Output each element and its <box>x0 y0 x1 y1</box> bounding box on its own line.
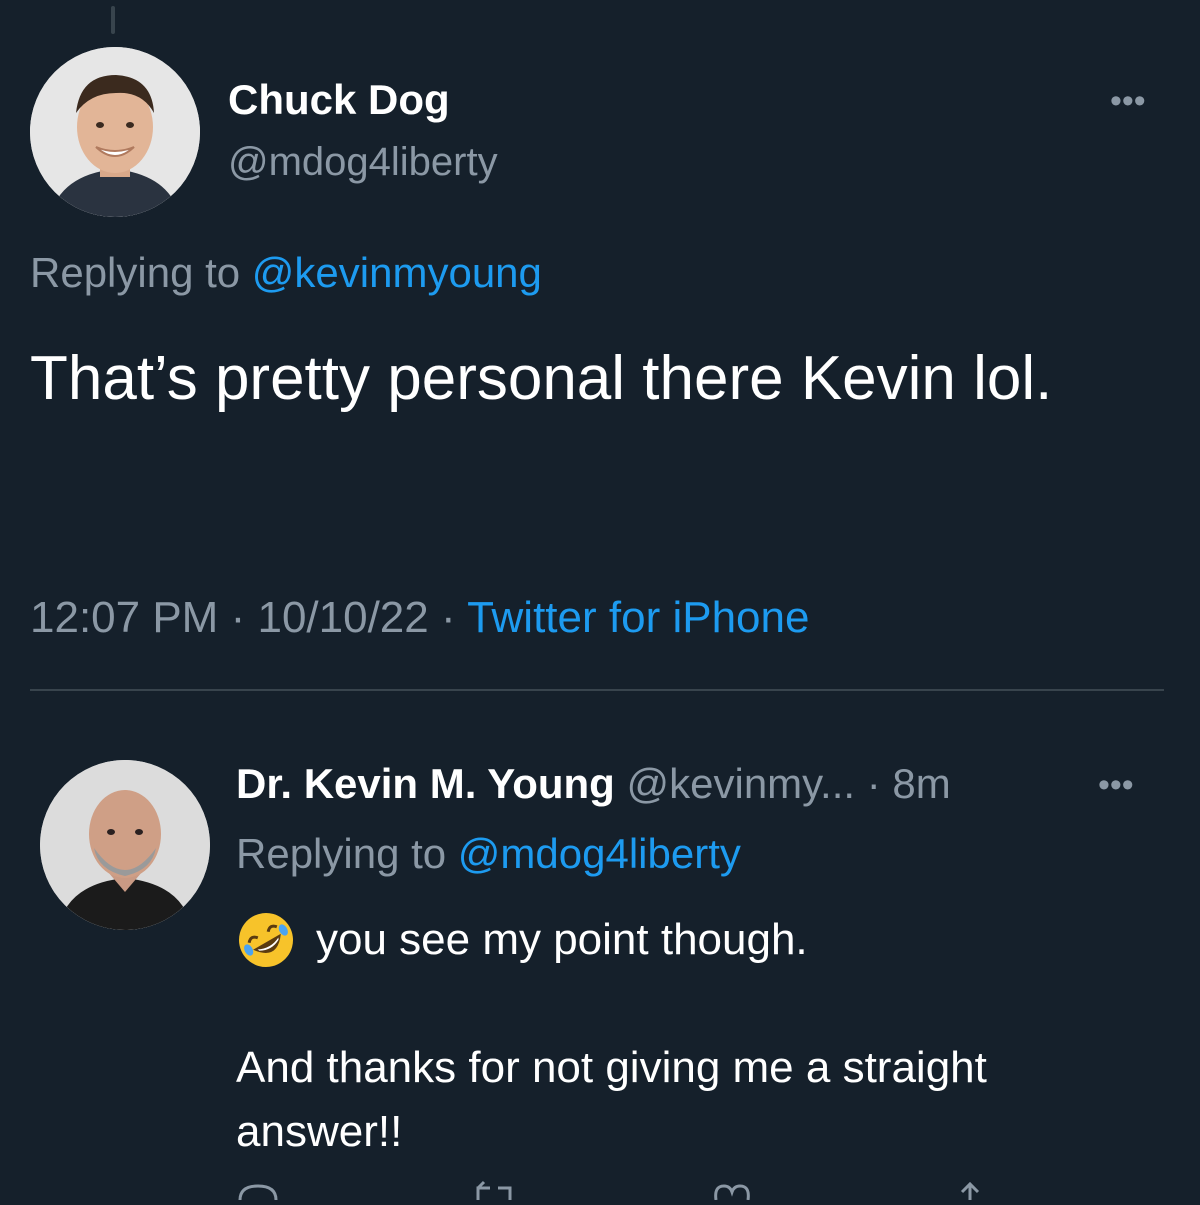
reply-handle[interactable]: @kevinmy... <box>627 760 856 807</box>
chuck-dog-avatar[interactable] <box>30 47 200 217</box>
like-icon[interactable] <box>710 1180 754 1205</box>
reply-icon[interactable] <box>236 1180 280 1205</box>
reply-header: Dr. Kevin M. Young @kevinmy... · 8m <box>236 760 951 808</box>
tweet-source-link[interactable]: Twitter for iPhone <box>467 593 809 642</box>
main-tweet-text: That’s pretty personal there Kevin lol. <box>30 344 1053 413</box>
reply-display-name[interactable]: Dr. Kevin M. Young <box>236 760 615 807</box>
reply-replying-to: Replying to @mdog4liberty <box>236 830 741 878</box>
more-icon[interactable]: ••• <box>1110 82 1146 121</box>
divider <box>30 689 1164 691</box>
replying-handle-link[interactable]: @kevinmyoung <box>252 249 542 296</box>
reply-age[interactable]: 8m <box>892 760 950 807</box>
tweet-time[interactable]: 12:07 PM <box>30 593 218 642</box>
retweet-icon[interactable] <box>472 1180 516 1205</box>
share-icon[interactable] <box>948 1180 992 1205</box>
reply-text-line1: you see my point though. <box>236 910 808 970</box>
meta-separator: · <box>440 593 456 642</box>
rolling-on-floor-laughing-emoji <box>236 910 296 970</box>
main-display-name[interactable]: Chuck Dog <box>228 76 450 124</box>
tweet-date[interactable]: 10/10/22 <box>257 593 428 642</box>
main-tweet-meta: 12:07 PM · 10/10/22 · Twitter for iPhone <box>30 593 809 643</box>
main-handle[interactable]: @mdog4liberty <box>228 140 498 185</box>
main-replying-to: Replying to @kevinmyoung <box>30 249 542 297</box>
meta-separator: · <box>230 593 246 642</box>
reply-separator: · <box>866 760 881 807</box>
replying-handle-link[interactable]: @mdog4liberty <box>458 830 741 877</box>
kevin-young-avatar[interactable] <box>40 760 210 930</box>
reply-text-line2: And thanks for not giving me a straight … <box>236 1043 987 1156</box>
replying-prefix: Replying to <box>236 830 447 877</box>
reply-text-line1-text: you see my point though. <box>316 915 808 964</box>
thread-connector-line <box>111 6 115 34</box>
replying-prefix: Replying to <box>30 249 241 296</box>
more-icon[interactable]: ••• <box>1098 766 1134 805</box>
action-bar <box>236 1180 996 1201</box>
